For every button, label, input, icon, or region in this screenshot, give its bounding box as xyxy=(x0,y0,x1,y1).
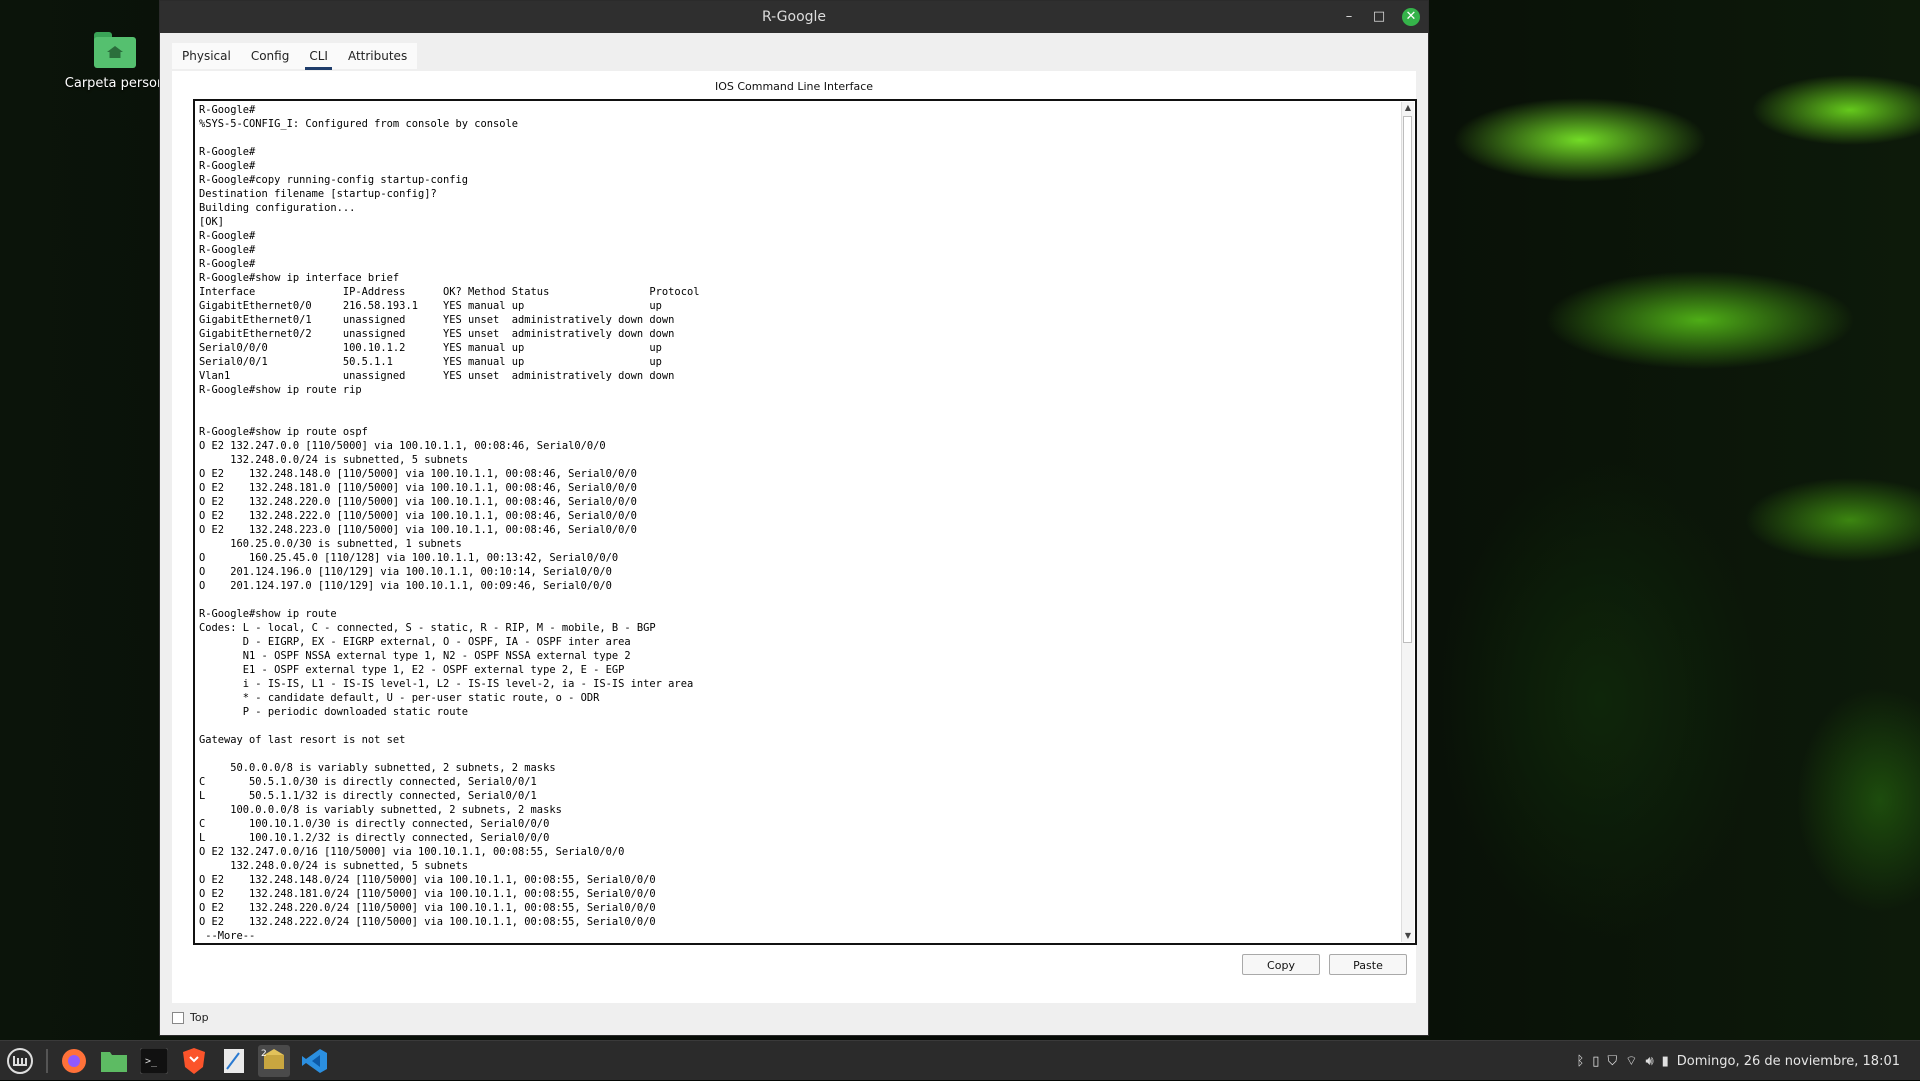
taskbar: >_ 2 ᛒ ▯ ⛉ ⌔ 🔊︎ ▮ Domingo, 26 de noviemb… xyxy=(0,1040,1920,1080)
brave-icon[interactable] xyxy=(178,1045,210,1077)
firefox-icon[interactable] xyxy=(58,1045,90,1077)
minimize-button[interactable]: – xyxy=(1342,1,1356,33)
terminal-icon[interactable]: >_ xyxy=(138,1045,170,1077)
scroll-up-arrow-icon[interactable]: ▲ xyxy=(1402,102,1414,114)
window-titlebar[interactable]: R-Google – □ ✕ xyxy=(160,1,1428,33)
wifi-icon[interactable]: ⌔ xyxy=(1625,1053,1637,1069)
writer-icon[interactable] xyxy=(218,1045,250,1077)
scrollbar-thumb[interactable] xyxy=(1403,116,1412,643)
tab-attributes[interactable]: Attributes xyxy=(338,43,417,69)
scroll-down-arrow-icon[interactable]: ▼ xyxy=(1402,930,1414,942)
svg-text:2: 2 xyxy=(261,1049,267,1059)
tab-physical[interactable]: Physical xyxy=(172,43,241,69)
bluetooth-icon[interactable]: ᛒ xyxy=(1576,1054,1584,1069)
desktop-folder-label: Carpeta person xyxy=(64,76,166,91)
console-scrollbar[interactable]: ▲ ▼ xyxy=(1401,102,1414,942)
menu-icon[interactable] xyxy=(4,1045,36,1077)
vscode-icon[interactable] xyxy=(298,1045,330,1077)
device-tabs: Physical Config CLI Attributes xyxy=(172,43,418,70)
tab-config[interactable]: Config xyxy=(241,43,300,69)
desktop-folder-shortcut[interactable]: Carpeta person xyxy=(60,32,170,91)
files-icon[interactable] xyxy=(98,1045,130,1077)
top-option[interactable]: Top xyxy=(172,1011,209,1024)
copy-button[interactable]: Copy xyxy=(1242,954,1320,975)
packet-tracer-icon[interactable]: 2 xyxy=(258,1045,290,1077)
home-folder-icon xyxy=(94,32,136,68)
taskbar-separator xyxy=(46,1049,48,1073)
close-button[interactable]: ✕ xyxy=(1402,8,1420,26)
router-window: R-Google – □ ✕ Physical Config CLI Attri… xyxy=(159,0,1429,1036)
top-checkbox-label: Top xyxy=(190,1011,209,1024)
tab-cli[interactable]: CLI xyxy=(299,43,338,70)
clipboard-icon[interactable]: ▯ xyxy=(1592,1054,1599,1069)
top-checkbox[interactable] xyxy=(172,1011,184,1024)
shield-icon[interactable]: ⛉ xyxy=(1607,1054,1617,1069)
battery-icon[interactable]: ▮ xyxy=(1662,1054,1669,1069)
system-tray: ᛒ ▯ ⛉ ⌔ 🔊︎ ▮ Domingo, 26 de noviembre, 1… xyxy=(1576,1041,1900,1081)
maximize-button[interactable]: □ xyxy=(1372,1,1386,33)
clock[interactable]: Domingo, 26 de noviembre, 18:01 xyxy=(1677,1054,1900,1069)
cli-title: IOS Command Line Interface xyxy=(714,80,874,93)
cli-output[interactable]: R-Google# %SYS-5-CONFIG_I: Configured fr… xyxy=(199,103,1399,941)
volume-icon[interactable]: 🔊︎ xyxy=(1645,1054,1653,1069)
svg-text:>_: >_ xyxy=(145,1056,158,1067)
cli-console[interactable]: R-Google# %SYS-5-CONFIG_I: Configured fr… xyxy=(193,99,1417,945)
cli-panel: IOS Command Line Interface R-Google# %SY… xyxy=(172,71,1417,1003)
paste-button[interactable]: Paste xyxy=(1329,954,1407,975)
window-title: R-Google xyxy=(761,9,827,25)
